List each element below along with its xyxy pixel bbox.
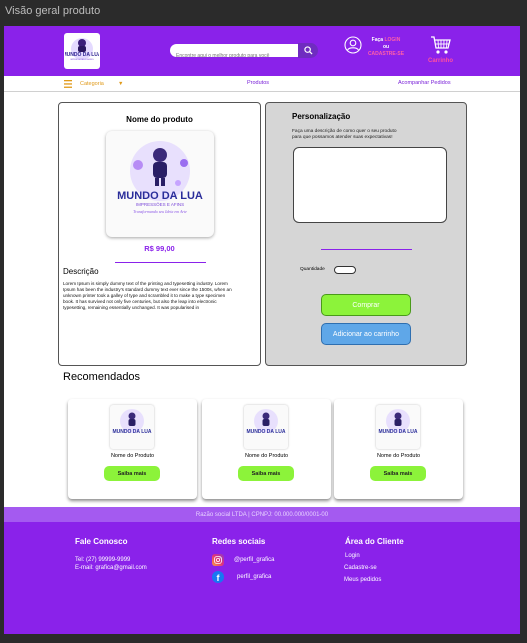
category-menu[interactable]: Categoria xyxy=(80,81,104,87)
recommended-name: Nome do Produto xyxy=(110,453,155,459)
personalization-card: Personalização Faça uma descrição de com… xyxy=(265,102,467,366)
add-to-cart-button[interactable]: Adicionar ao carrinho xyxy=(321,323,411,345)
recommended-image[interactable]: MUNDO DA LUA xyxy=(110,405,154,449)
logo-text-line1: MUNDO DA LUA xyxy=(65,52,99,58)
learn-more-button[interactable]: Saiba mais xyxy=(370,466,426,481)
nav-bar: Categoria ▼ Produtos Acompanhar Pedidos xyxy=(4,76,520,92)
cart-label[interactable]: Carrinho xyxy=(428,58,453,64)
recommended-card[interactable]: MUNDO DA LUA Nome do Produto Saiba mais xyxy=(68,399,197,499)
rec-image-text: MUNDO DA LUA xyxy=(379,429,418,435)
caret-down-icon[interactable]: ▼ xyxy=(118,81,123,87)
login-link[interactable]: LOGIN xyxy=(384,37,400,43)
footer-login-link[interactable]: Login xyxy=(345,553,360,559)
instagram-icon[interactable] xyxy=(212,554,224,566)
login-prefix: Faça xyxy=(371,37,384,43)
site-footer: Fale Conosco Tel: (27) 99999-9999 E-mail… xyxy=(4,522,520,634)
social-heading: Redes sociais xyxy=(212,537,266,546)
client-area-heading: Área do Cliente xyxy=(345,537,404,546)
product-image-text-line1: MUNDO DA LUA xyxy=(117,190,203,202)
personalization-instructions: Faça uma descrição de como quer o seu pr… xyxy=(292,129,397,140)
nav-products[interactable]: Produtos xyxy=(247,80,269,86)
contact-heading: Fale Conosco xyxy=(75,537,128,546)
facebook-icon[interactable]: f xyxy=(212,571,224,583)
signup-link[interactable]: CADASTRE-SE xyxy=(368,51,404,57)
window-title: Visão geral produto xyxy=(5,5,101,17)
recommended-card[interactable]: MUNDO DA LUA Nome do Produto Saiba mais xyxy=(202,399,331,499)
recommended-name: Nome do Produto xyxy=(244,453,289,459)
footer-my-orders-link[interactable]: Meus pedidos xyxy=(344,577,381,583)
company-info-bar: Razão social LTDA | CPNPJ: 00.000.000/00… xyxy=(4,507,520,522)
site-header: MUNDO DA LUA IMPRESSÕES E AFINS Faça LOG… xyxy=(4,26,520,76)
product-price: R$ 99,00 xyxy=(144,244,175,253)
rec-image-text: MUNDO DA LUA xyxy=(247,429,286,435)
nav-track-orders[interactable]: Acompanhar Pedidos xyxy=(398,80,451,86)
product-card: Nome do produto MUNDO DA LUA IMPRESSÕES … xyxy=(58,102,261,366)
facebook-handle[interactable]: perfil_grafica xyxy=(237,574,271,580)
description-text: Lorem Ipsum is simply dummy text of the … xyxy=(63,281,232,310)
quantity-label: Quantidade xyxy=(300,267,325,272)
personalization-divider xyxy=(321,249,412,250)
recommended-image[interactable]: MUNDO DA LUA xyxy=(244,405,288,449)
footer-signup-link[interactable]: Cadastre-se xyxy=(344,565,377,571)
product-image: MUNDO DA LUA IMPRESSÕES E AFINS Transfor… xyxy=(106,131,214,237)
search-icon xyxy=(303,46,313,55)
store-logo[interactable]: MUNDO DA LUA IMPRESSÕES E AFINS xyxy=(64,33,100,69)
product-image-tagline: Transformando seu Ideia em Arte xyxy=(133,209,187,214)
product-image-text-line2: IMPRESSÕES E AFINS xyxy=(136,201,184,207)
login-signup-link[interactable]: Faça LOGIN ou CADASTRE-SE xyxy=(366,37,406,58)
recommended-name: Nome do Produto xyxy=(376,453,421,459)
instagram-handle[interactable]: @perfil_grafica xyxy=(234,557,274,563)
login-or: ou xyxy=(382,44,390,50)
learn-more-button[interactable]: Saiba mais xyxy=(238,466,294,481)
user-icon[interactable] xyxy=(344,36,362,54)
product-page: MUNDO DA LUA IMPRESSÕES E AFINS Faça LOG… xyxy=(4,26,520,634)
menu-icon[interactable] xyxy=(62,79,76,89)
contact-phone: Tel: (27) 99999-9999 xyxy=(75,557,131,563)
quantity-input[interactable] xyxy=(334,266,356,274)
logo-text-line2: IMPRESSÕES E AFINS xyxy=(70,58,94,61)
recommended-image[interactable]: MUNDO DA LUA xyxy=(376,405,420,449)
contact-email[interactable]: E-mail: grafica@gmail.com xyxy=(75,565,147,571)
cart-icon[interactable] xyxy=(430,35,452,55)
personalization-title: Personalização xyxy=(292,112,351,121)
rec-image-text: MUNDO DA LUA xyxy=(113,429,152,435)
recommended-title: Recomendados xyxy=(63,371,141,383)
search-button[interactable] xyxy=(298,43,318,58)
recommended-card[interactable]: MUNDO DA LUA Nome do Produto Saiba mais xyxy=(334,399,463,499)
product-name: Nome do produto xyxy=(126,115,193,124)
search-box xyxy=(170,44,298,63)
personalization-textarea[interactable] xyxy=(293,147,447,223)
price-divider xyxy=(115,262,206,263)
buy-button[interactable]: Comprar xyxy=(321,294,411,316)
learn-more-button[interactable]: Saiba mais xyxy=(104,466,160,481)
search-input[interactable] xyxy=(170,49,298,63)
description-heading: Descrição xyxy=(63,267,99,276)
